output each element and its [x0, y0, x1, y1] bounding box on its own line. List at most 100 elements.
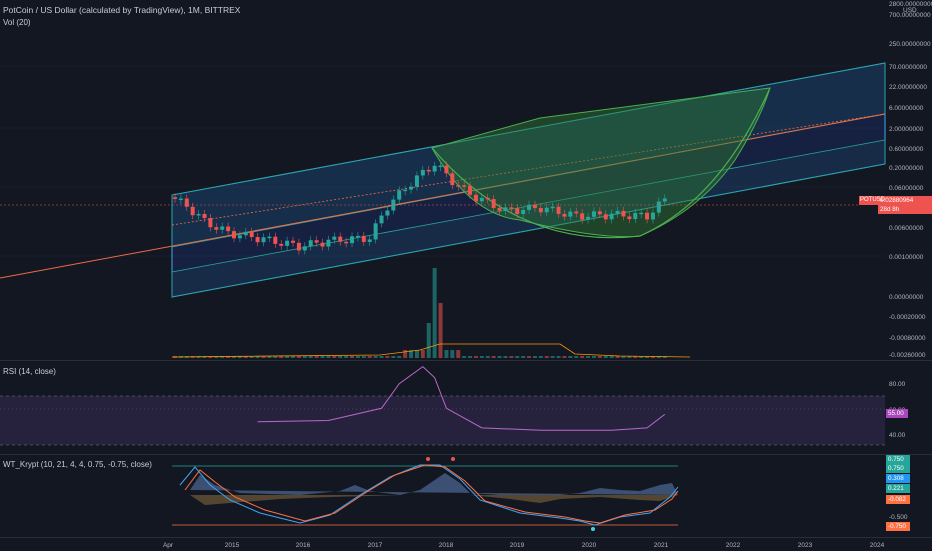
volume-bar: [532, 356, 537, 358]
candle: [314, 240, 319, 243]
candle: [456, 185, 461, 187]
candle: [267, 236, 272, 239]
time-axis[interactable]: Apr 2015 2016 2017 2018 2019 2020 2021 2022 2023 2…: [0, 537, 932, 551]
candle: [479, 197, 484, 202]
wt-value-tag: 0.308: [886, 474, 910, 483]
volume-bar: [538, 356, 543, 358]
candle: [633, 212, 638, 220]
volume-bar: [515, 356, 520, 358]
wt-value-tag: 0.750: [886, 455, 910, 464]
time-tick-label: 2015: [225, 542, 240, 549]
candle: [338, 236, 343, 242]
time-tick-label: 2020: [582, 542, 597, 549]
candle: [574, 211, 579, 214]
candle: [562, 213, 567, 217]
price-axis: 2800.00000000700.00000000250.0000000070.…: [889, 1, 932, 359]
volume-bar: [403, 350, 408, 358]
volume-bar: [450, 350, 455, 358]
candle: [491, 199, 496, 208]
wt-histogram-positive: [190, 473, 678, 495]
candle: [438, 165, 443, 168]
candle: [621, 210, 626, 217]
candle: [273, 236, 278, 244]
volume-bar: [574, 356, 579, 358]
volume-bar: [379, 356, 384, 358]
candle: [184, 198, 189, 207]
candle: [444, 165, 449, 174]
volume-bar: [291, 356, 296, 358]
candle: [639, 212, 644, 215]
candle: [355, 235, 360, 238]
candle: [420, 169, 425, 176]
volume-bar: [609, 356, 614, 358]
time-tick-label: 2019: [510, 542, 525, 549]
volume-bar: [320, 356, 325, 358]
volume-bar: [332, 356, 337, 358]
candle: [226, 226, 231, 232]
candle: [556, 206, 561, 214]
candle: [645, 212, 650, 220]
volume-bar: [597, 356, 602, 358]
rsi-label: RSI (14, close): [3, 367, 56, 376]
candle: [261, 237, 266, 243]
wt-pane[interactable]: -0.500 WT_Krypt (10, 21, 4, 4, 0.75, -0.…: [0, 455, 932, 537]
volume-bar: [568, 356, 573, 358]
chart-title: PotCoin / US Dollar (calculated by Tradi…: [3, 5, 241, 15]
volume-bar: [509, 356, 514, 358]
candle: [373, 223, 378, 240]
price-tick-label: 0.60000000: [889, 146, 924, 153]
time-tick-label: 2024: [870, 542, 885, 549]
volume-bar: [432, 268, 437, 358]
volume-bar: [527, 356, 532, 358]
volume-bar: [497, 356, 502, 358]
candle: [591, 211, 596, 217]
candle: [473, 194, 478, 202]
candle: [178, 198, 183, 201]
volume-bar: [420, 350, 425, 358]
candle: [302, 246, 307, 251]
candle: [627, 216, 632, 220]
rsi-tick-label: 80.00: [889, 381, 906, 388]
time-tick-label: 2023: [798, 542, 813, 549]
price-tag-ticker: POTUSD: [860, 197, 886, 203]
candle: [503, 207, 508, 211]
candle: [214, 227, 219, 230]
candle: [232, 231, 237, 239]
volume-bar: [586, 356, 591, 358]
rsi-pane[interactable]: 80.0060.0040.00 RSI (14, close) 55.00: [0, 361, 932, 454]
wt-histogram-negative: [190, 495, 678, 505]
price-pane[interactable]: 2800.00000000 700.00000000 250.00000000 70.…: [0, 0, 932, 360]
volume-bar: [544, 356, 549, 358]
candle: [409, 186, 414, 190]
candle: [656, 201, 661, 213]
candle: [249, 231, 254, 238]
rsi-tick-label: 40.00: [889, 432, 906, 439]
price-tick-label: 6.00000000: [889, 105, 924, 112]
candle: [515, 208, 520, 214]
candle: [350, 236, 355, 244]
candle: [326, 239, 331, 247]
candle: [468, 185, 473, 195]
wt-axis: -0.500: [889, 514, 908, 521]
volume-bar: [521, 356, 526, 358]
time-tick-label: 2017: [368, 542, 383, 549]
wt-tick-label: -0.500: [889, 514, 908, 521]
volume-bar: [473, 356, 478, 358]
rsi-chart[interactable]: 80.0060.0040.00: [0, 361, 932, 454]
volume-bar: [391, 356, 396, 358]
volume-bar: [462, 356, 467, 358]
price-tick-label: 0.00000000: [889, 294, 924, 301]
candle: [291, 240, 296, 243]
price-tick-label: 0.20000000: [889, 165, 924, 172]
price-tick-label: 22.00000000: [889, 84, 927, 91]
volume-bar: [326, 356, 331, 358]
volume-bar: [468, 356, 473, 358]
candle: [650, 212, 655, 220]
candle: [361, 235, 366, 242]
volume-bar: [344, 356, 349, 358]
price-chart[interactable]: 2800.00000000700.00000000250.0000000070.…: [0, 0, 932, 360]
volume-bar: [556, 356, 561, 358]
candle: [544, 207, 549, 213]
volume-bar: [296, 356, 301, 358]
volume-bar: [367, 356, 372, 358]
